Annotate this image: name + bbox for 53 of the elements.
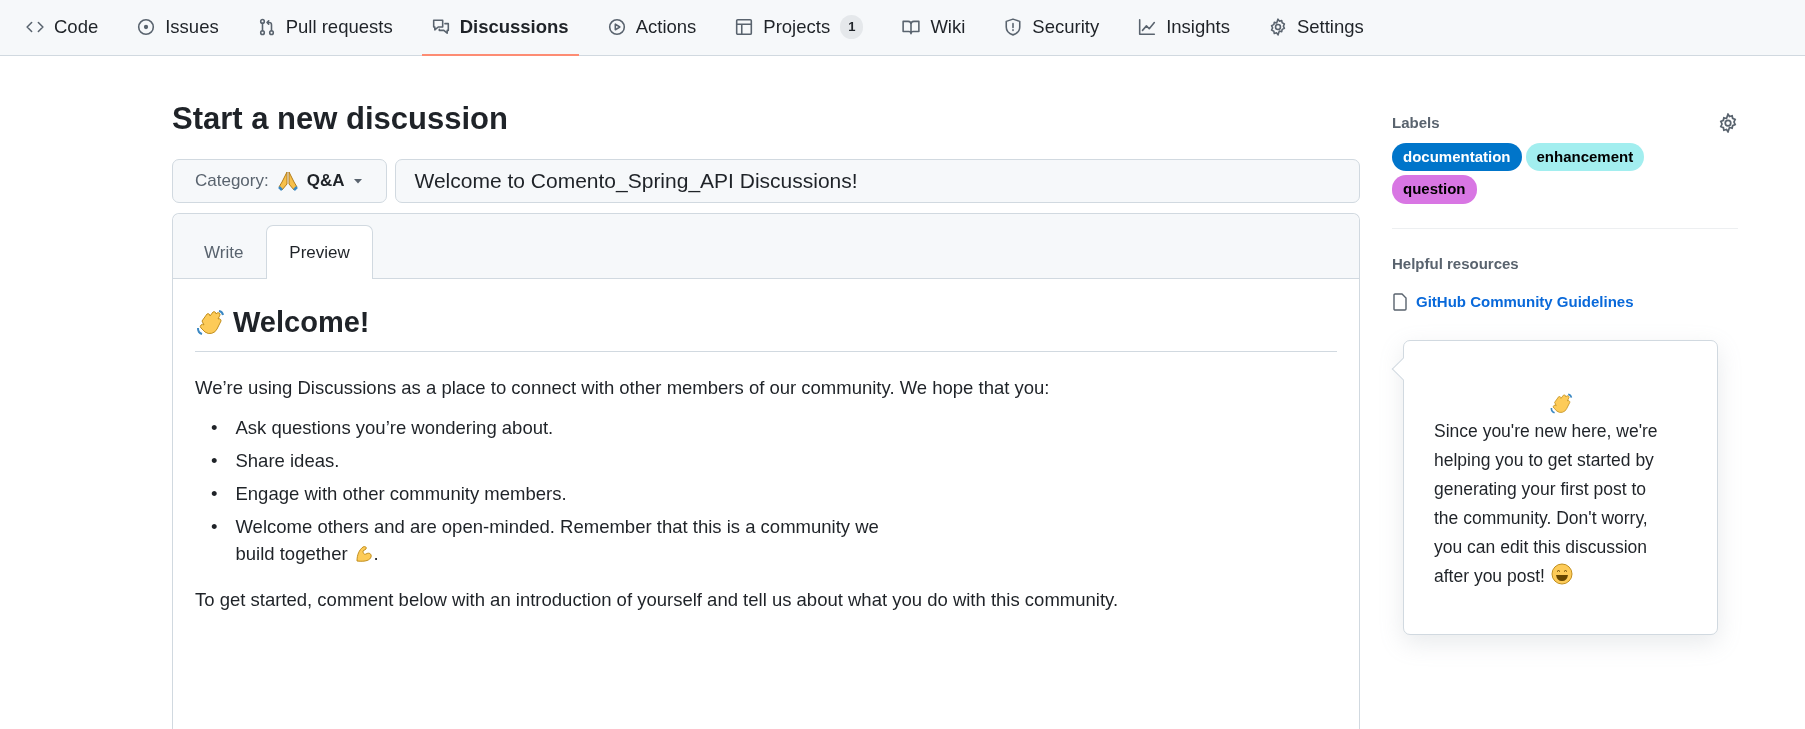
label-tag[interactable]: documentation — [1392, 142, 1522, 171]
folded-hands-icon — [276, 170, 299, 193]
bullet-marker: • — [211, 514, 218, 539]
waving-hand-icon — [195, 307, 225, 338]
labels-heading: Labels — [1392, 113, 1440, 133]
play-icon — [607, 18, 626, 36]
popover-text: after you post! — [1434, 564, 1545, 588]
issue-icon — [137, 18, 156, 36]
caret-icon — [352, 177, 365, 186]
book-icon — [902, 18, 921, 36]
repo-tab[interactable]: Projects 1 — [725, 0, 874, 56]
shield-icon — [1004, 18, 1023, 36]
repo-tab[interactable]: Discussions — [421, 0, 579, 56]
pull-request-icon — [257, 18, 276, 36]
repo-tab[interactable]: Settings — [1258, 0, 1374, 56]
grinning-face-icon — [1550, 563, 1573, 586]
waving-hand-icon — [1548, 391, 1573, 416]
graph-icon — [1138, 18, 1157, 36]
resource-link[interactable]: GitHub Community Guidelines — [1416, 291, 1634, 314]
count-badge: 1 — [840, 15, 864, 39]
bullet-text: build together — [235, 541, 348, 566]
repo-tab[interactable]: Security — [994, 0, 1110, 56]
page-title: Start a new discussion — [172, 100, 509, 138]
bullet-text: Share ideas. — [235, 449, 340, 474]
bullet-text: Ask questions you’re wondering about. — [235, 416, 554, 441]
resources-heading: Helpful resources — [1392, 253, 1520, 274]
period-text: . — [373, 541, 379, 566]
editor-tab[interactable]: Preview — [266, 225, 373, 280]
bullet-text: Welcome others and are open-minded. Remember that this is a community we — [235, 514, 879, 539]
outro-text: To get started, comment below with an introduction of yourself and tell us about what you do with this community. — [195, 587, 1120, 612]
editor-tab[interactable]: Write — [181, 225, 267, 280]
label-tag[interactable]: enhancement — [1525, 142, 1645, 171]
preview-heading: Welcome! — [233, 305, 370, 341]
bullet-marker: • — [211, 416, 218, 441]
title-input[interactable]: Welcome to Comento_Spring_API Discussions! — [395, 159, 1360, 204]
file-icon — [1392, 293, 1408, 312]
repo-tab[interactable]: Code — [16, 0, 109, 56]
repo-tab[interactable]: Wiki — [892, 0, 976, 56]
category-dropdown[interactable]: Category: Q&A — [172, 159, 388, 204]
table-icon — [735, 18, 754, 36]
bullet-marker: • — [211, 482, 218, 507]
repo-tab[interactable]: Actions — [597, 0, 707, 56]
flexed-arm-icon — [353, 544, 374, 565]
gear-icon — [1268, 18, 1287, 36]
repo-tab[interactable]: Issues — [127, 0, 229, 56]
bullet-marker: • — [211, 449, 218, 474]
intro-text: We’re using Discussions as a place to connect with other members of our community. We hope that you: — [195, 375, 1051, 400]
repo-tab[interactable]: Pull requests — [247, 0, 403, 56]
bullet-text: Engage with other community members. — [235, 482, 567, 507]
settings-icon[interactable] — [1718, 113, 1738, 134]
repo-tab[interactable]: Insights — [1128, 0, 1240, 56]
label-tag[interactable]: question — [1392, 175, 1477, 204]
speech-bubbles-icon — [431, 18, 450, 36]
